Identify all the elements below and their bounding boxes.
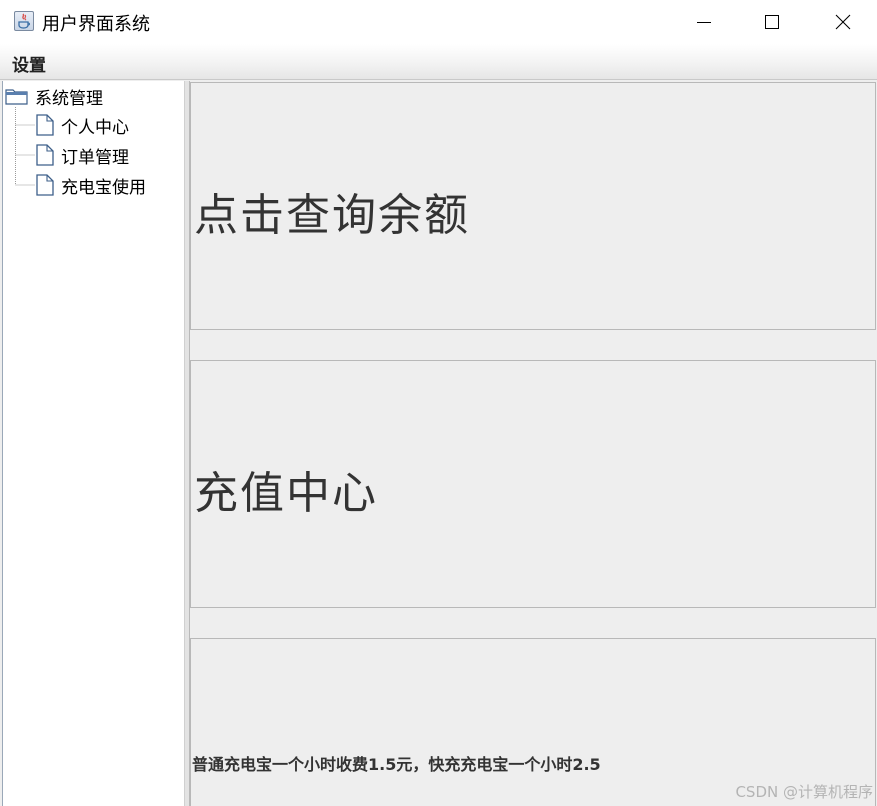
document-icon: [36, 144, 54, 166]
recharge-center-label[interactable]: 充值中心: [194, 457, 378, 521]
recharge-center-panel[interactable]: 充值中心: [190, 360, 876, 608]
tree-node-system-management[interactable]: 系统管理: [5, 85, 103, 109]
document-icon: [36, 114, 54, 136]
tree-item-order-management[interactable]: 订单管理: [35, 143, 129, 168]
watermark: CSDN @计算机程序: [735, 783, 873, 801]
maximize-icon: [765, 15, 779, 29]
tree-item-power-bank-usage[interactable]: 充电宝使用: [35, 173, 146, 198]
tree-item-personal-center[interactable]: 个人中心: [35, 113, 129, 138]
app-window: 用户界面系统 设置 系统管理 个人中心 订单管理 充电宝使用 点击查询余额 充值…: [0, 0, 877, 806]
balance-query-panel[interactable]: 点击查询余额: [190, 82, 876, 330]
title-bar: 用户界面系统: [0, 0, 877, 44]
window-title: 用户界面系统: [42, 14, 150, 35]
folder-icon: [5, 89, 28, 105]
menu-settings[interactable]: 设置: [10, 51, 48, 76]
document-icon: [36, 174, 54, 196]
tree-item-label: 订单管理: [61, 147, 129, 168]
minimize-button[interactable]: [669, 0, 739, 44]
menu-bar: 设置: [0, 44, 877, 80]
close-button[interactable]: [808, 0, 877, 44]
pricing-info-label: 普通充电宝一个小时收费1.5元，快充充电宝一个小时2.5: [192, 755, 601, 774]
tree-item-label: 充电宝使用: [61, 177, 146, 198]
tree-item-label: 个人中心: [61, 117, 129, 138]
balance-query-label[interactable]: 点击查询余额: [194, 179, 470, 243]
close-icon: [835, 14, 851, 30]
navigation-tree: 系统管理 个人中心 订单管理 充电宝使用: [2, 81, 184, 806]
java-app-icon: [14, 11, 34, 31]
minimize-icon: [697, 22, 711, 23]
maximize-button[interactable]: [737, 0, 807, 44]
tree-root-label: 系统管理: [35, 88, 103, 109]
tree-connector-lines: [15, 107, 35, 186]
